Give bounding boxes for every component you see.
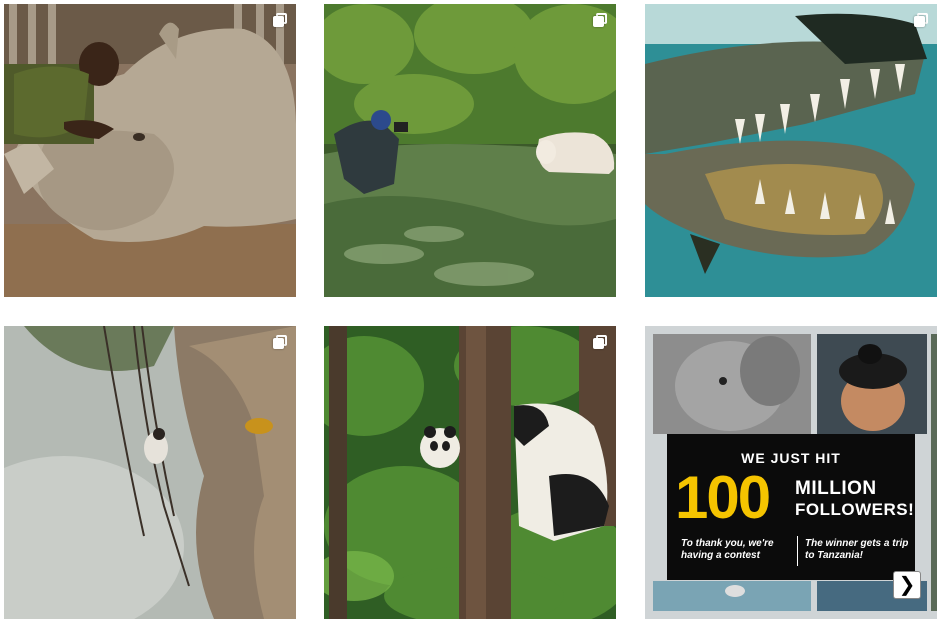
- promo-divider: [797, 536, 798, 566]
- promo-million: MILLION: [795, 478, 877, 499]
- post-thumbnail-crocodile[interactable]: [645, 4, 937, 297]
- spirit-bear-image: [324, 4, 616, 297]
- panda-image: [324, 326, 616, 619]
- carousel-icon: [273, 13, 287, 27]
- carousel-icon: [593, 335, 607, 349]
- carousel-icon: [273, 335, 287, 349]
- promo-banner: WE JUST HIT 100 MILLION FOLLOWERS! To th…: [667, 434, 915, 580]
- promo-followers: FOLLOWERS!: [795, 500, 915, 519]
- promo-prize-text: The winner gets a trip to Tanzania!: [805, 538, 909, 561]
- promo-contest-text: To thank you, we're having a contest: [681, 538, 774, 561]
- promo-number: 100: [675, 464, 771, 531]
- carousel-icon: [914, 13, 928, 27]
- post-thumbnail-spirit-bear[interactable]: [324, 4, 616, 297]
- cliff-image: [4, 326, 296, 619]
- crocodile-image: [645, 4, 937, 297]
- carousel-icon: [593, 13, 607, 27]
- rhino-image: [4, 4, 296, 297]
- post-thumbnail-rhino[interactable]: [4, 4, 296, 297]
- post-thumbnail-cliff[interactable]: [4, 326, 296, 619]
- post-thumbnail-milestone[interactable]: WE JUST HIT 100 MILLION FOLLOWERS! To th…: [645, 326, 937, 619]
- carousel-next-button[interactable]: ❯: [893, 571, 921, 599]
- post-thumbnail-panda[interactable]: [324, 326, 616, 619]
- post-grid: WE JUST HIT 100 MILLION FOLLOWERS! To th…: [0, 0, 943, 622]
